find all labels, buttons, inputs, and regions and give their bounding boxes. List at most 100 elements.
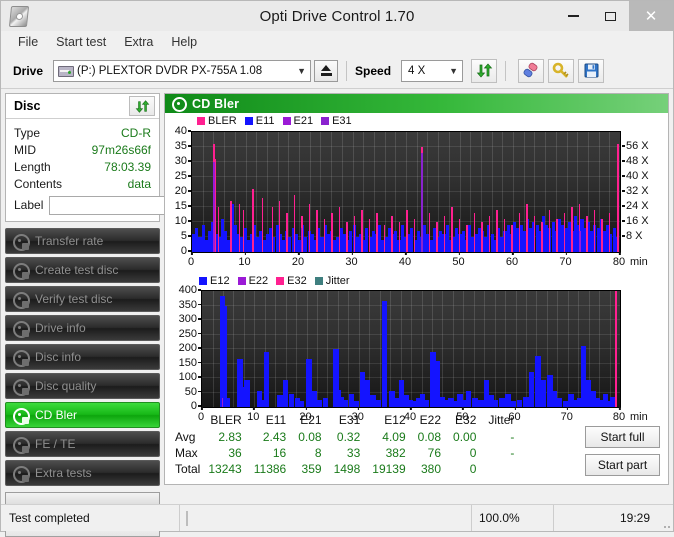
tick-mark (188, 205, 191, 207)
chart-bar-bler (293, 195, 296, 252)
stats-cell: 0.08 (417, 430, 442, 444)
stats-cell: 8 (314, 446, 322, 460)
y-axis-tick: 30 (175, 155, 191, 167)
y-axis-tick: 15 (175, 200, 191, 212)
grid-line-vertical (557, 291, 559, 407)
disc-label-row: Label (14, 193, 255, 217)
grid-line-vertical (515, 291, 517, 407)
sidebar-item-label: Transfer rate (35, 234, 104, 248)
legend-label: E12 (210, 275, 230, 287)
resize-grip-icon[interactable] (659, 505, 673, 531)
drive-select[interactable]: (P:) PLEXTOR DVDR PX-755A 1.08 ▼ (53, 59, 312, 82)
sidebar-item-cd-bler[interactable]: CD Bler (5, 402, 160, 428)
stats-table: BLER E11 E21 E31 E12 E22 E32 Jitter Avg … (171, 412, 520, 477)
sidebar-item-create-test-disc[interactable]: Create test disc (5, 257, 160, 283)
y-axis-tick: 35 (175, 140, 191, 152)
chart-bar-bler (323, 219, 326, 252)
chart-bar-e12 (492, 399, 499, 407)
chart-bar-e12 (263, 351, 270, 407)
eject-button[interactable] (314, 59, 339, 82)
save-button[interactable] (578, 58, 605, 83)
grid-line-vertical (505, 291, 507, 407)
start-full-button[interactable]: Start full (585, 426, 660, 448)
minimize-button[interactable] (555, 1, 592, 31)
chart-bar-e12 (322, 398, 329, 407)
chart-bar-bler (556, 219, 558, 252)
disc-row-key: Type (14, 125, 41, 140)
stats-cell: 0.32 (336, 430, 361, 444)
chart-bar-bler (361, 210, 363, 252)
stats-cell: - (510, 446, 515, 460)
chart-bar-e12 (423, 399, 430, 407)
stats-cell: - (510, 430, 515, 444)
chart-bar-e12 (244, 379, 250, 407)
menu-extra[interactable]: Extra (115, 33, 162, 51)
chart-cd-bler-bottom: E12 E22 E32 Jitter 0 50 100 150 200 250 300 350… (165, 273, 668, 433)
speed-select[interactable]: 4 X ▼ (401, 59, 464, 82)
tick-mark (565, 252, 567, 255)
tick-mark (198, 289, 201, 291)
menu-start-test[interactable]: Start test (47, 33, 115, 51)
chart-bar-bler (503, 219, 506, 252)
sidebar-item-disc-info[interactable]: Disc info (5, 344, 160, 370)
sidebar-item-disc-quality[interactable]: Disc quality (5, 373, 160, 399)
y2-axis-tick: 24 X (622, 200, 649, 212)
disc-test-icon (12, 262, 30, 280)
tick-mark (622, 190, 625, 192)
maximize-button[interactable] (592, 1, 629, 31)
legend-label: E22 (248, 275, 269, 287)
disc-row-key: MID (14, 142, 36, 157)
disc-row-key: Contents (14, 176, 63, 191)
grid-line-horizontal (202, 348, 620, 349)
chart-bar-bler (586, 216, 588, 252)
grid-line-vertical (599, 291, 601, 407)
grid-line-horizontal (202, 333, 620, 335)
stats-col-e12: E12 (384, 413, 406, 427)
legend-entry-bler: BLER (197, 115, 237, 127)
y-axis-tick: 5 (181, 230, 191, 242)
stats-col-e32: E32 (455, 413, 477, 427)
y-axis-tick: 350 (179, 299, 201, 311)
sidebar-nav: Transfer rate Create test disc Verify te… (5, 228, 160, 537)
chart-bar-e12 (556, 398, 563, 407)
chart-bar-e12 (316, 399, 322, 407)
drive-select-value: (P:) PLEXTOR DVDR PX-755A 1.08 (77, 64, 263, 77)
stats-cell: 16 (272, 446, 287, 460)
menu-help[interactable]: Help (162, 33, 206, 51)
disc-test-icon (12, 233, 30, 251)
sidebar-item-transfer-rate[interactable]: Transfer rate (5, 228, 160, 254)
grid-line-vertical (363, 132, 365, 252)
menu-file[interactable]: File (9, 33, 47, 51)
disc-refresh-button[interactable] (129, 96, 155, 116)
disc-panel-header: Disc (6, 94, 159, 119)
sidebar-item-drive-info[interactable]: Drive info (5, 315, 160, 341)
grid-line-vertical (212, 291, 214, 407)
tick-mark (298, 252, 300, 255)
x-axis-tick: 0 (188, 252, 194, 268)
sidebar-item-extra-tests[interactable]: Extra tests (5, 460, 160, 486)
tick-mark (188, 220, 191, 222)
chart-bar-e12 (528, 372, 535, 407)
close-button[interactable]: ✕ (629, 1, 673, 31)
chart-bar-bler (214, 159, 217, 252)
tick-mark (622, 205, 625, 207)
chart-bar-bler (481, 222, 483, 252)
tick-mark (198, 332, 201, 334)
erase-button[interactable] (518, 58, 545, 83)
x-axis-tick: 70 (559, 252, 572, 268)
stats-cell: 4.09 (382, 430, 406, 444)
y2-axis-tick: 56 X (622, 140, 649, 152)
tick-mark (198, 390, 201, 392)
grid-line-horizontal (192, 146, 620, 147)
sidebar-item-fe-te[interactable]: FE / TE (5, 431, 160, 457)
refresh-button[interactable] (471, 58, 498, 83)
x-axis-unit-label: min (630, 256, 648, 268)
x-axis-tick: 40 (399, 252, 411, 268)
y-axis-tick: 250 (179, 328, 201, 340)
start-part-button[interactable]: Start part (585, 454, 660, 476)
chart-bar-bler (383, 225, 386, 252)
sidebar-item-verify-test-disc[interactable]: Verify test disc (5, 286, 160, 312)
y-axis-tick: 0 (191, 400, 201, 412)
grid-line-vertical (296, 291, 297, 407)
key-button[interactable] (548, 58, 575, 83)
